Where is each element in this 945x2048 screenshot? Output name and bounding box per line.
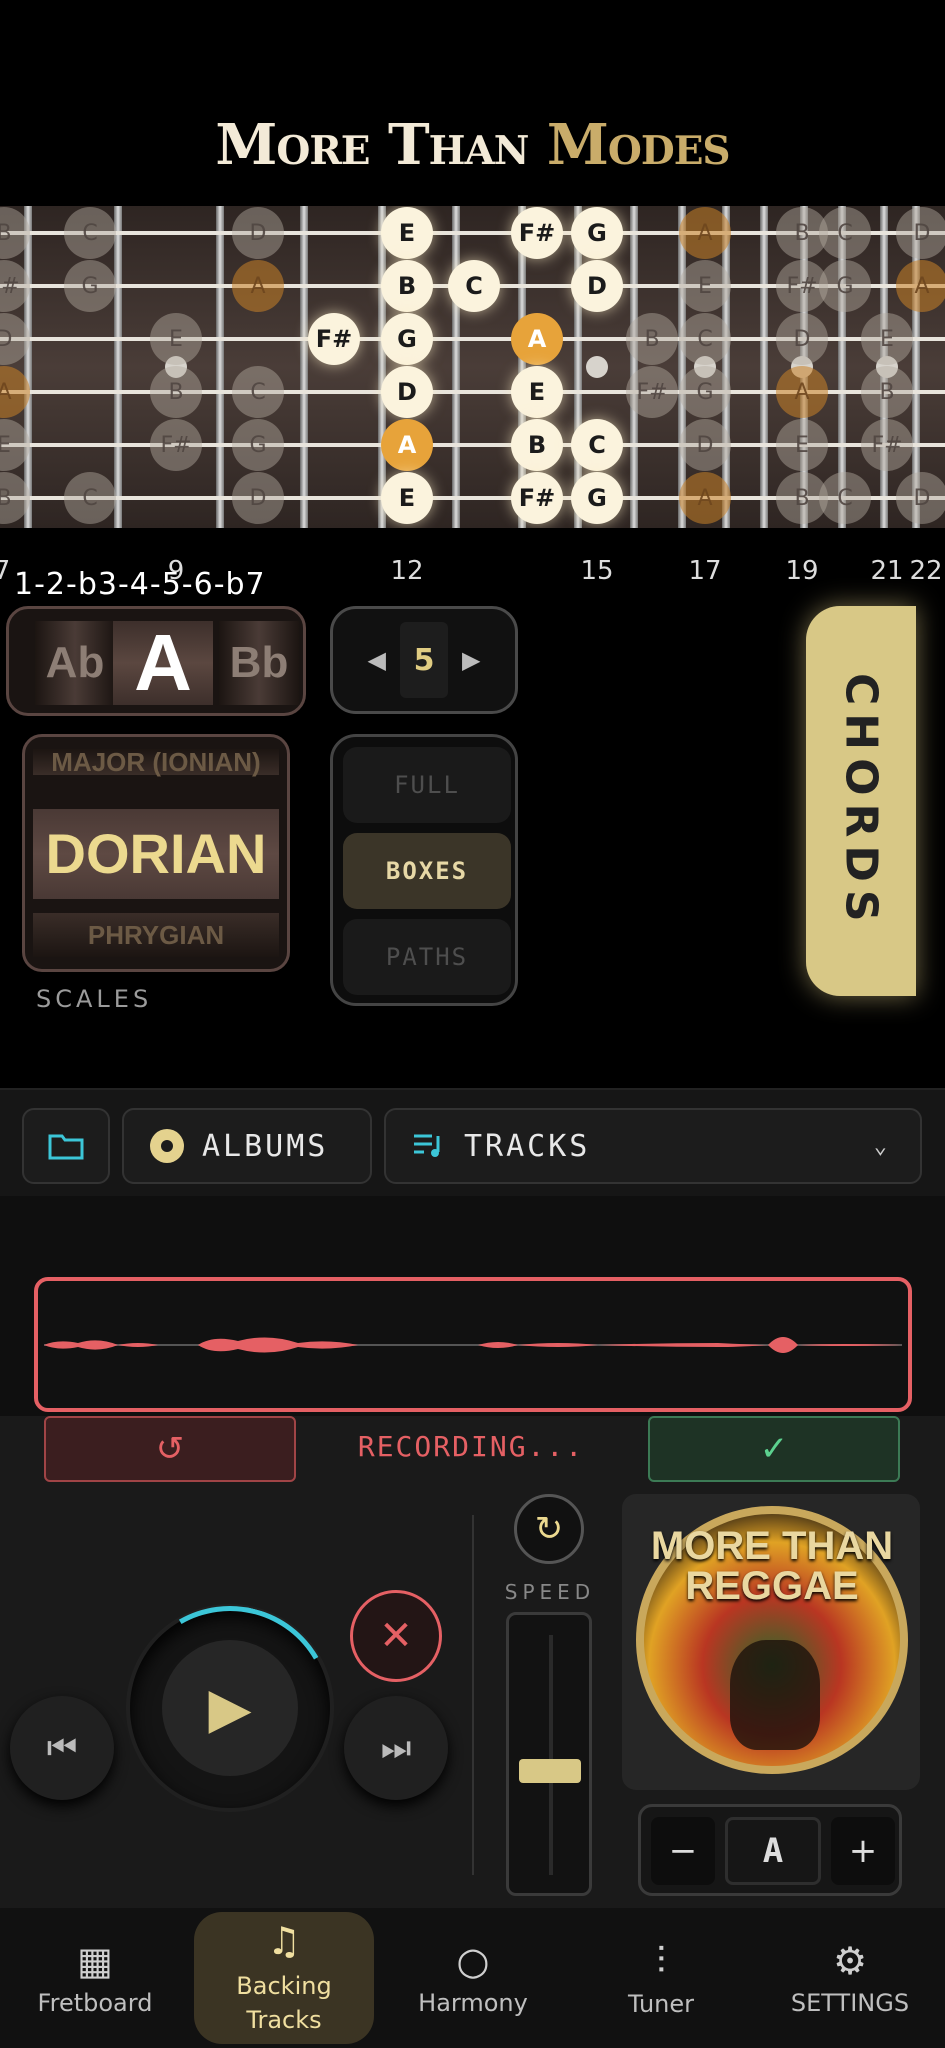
nav-backing-tracks[interactable]: ♫ Backing Tracks (194, 1912, 374, 2044)
skip-next-icon: ⏭ (380, 1728, 412, 1768)
fret-note[interactable]: G (381, 313, 433, 365)
key-next[interactable]: Bb (219, 621, 299, 705)
fret-note-root[interactable]: A (511, 313, 563, 365)
scale-selector[interactable]: MAJOR (IONIAN) DORIAN PHRYGIAN (22, 734, 290, 972)
nav-label: Tuner (627, 1989, 695, 2018)
play-button[interactable]: ▶ (162, 1640, 298, 1776)
fret-number: 7 (0, 556, 11, 586)
key-adjuster[interactable]: − A + (638, 1804, 902, 1896)
view-mode-selector[interactable]: FULL BOXES PATHS (330, 734, 518, 1006)
mode-boxes[interactable]: BOXES (343, 833, 511, 909)
recording-status: RECORDING... (357, 1430, 585, 1463)
mode-full[interactable]: FULL (343, 747, 511, 823)
position-stepper[interactable]: ◀ 5 ▶ (330, 606, 518, 714)
undo-icon: ↺ (155, 1429, 185, 1469)
speed-slider-handle[interactable] (519, 1759, 581, 1783)
scale-formula: 1-2-b3-4-5-6-b7 (14, 567, 266, 602)
scale-current[interactable]: DORIAN (33, 809, 279, 899)
key-selector[interactable]: Ab A Bb (6, 606, 306, 716)
music-library-icon: ♫ (266, 1919, 302, 1963)
nav-settings[interactable]: ⚙ SETTINGS (770, 1908, 930, 2048)
fret-note[interactable]: F# (308, 313, 360, 365)
close-icon: ✕ (379, 1613, 413, 1659)
nav-label: Fretboard (37, 1989, 153, 2017)
fret-note[interactable]: C (448, 260, 500, 312)
chords-label: CHORDS (835, 672, 887, 930)
fret-number: 17 (688, 556, 722, 586)
app-title-part2: Modes (546, 112, 731, 178)
mode-paths[interactable]: PATHS (343, 919, 511, 995)
waveform-icon: ⫶ (656, 1938, 666, 1983)
fret-note-root[interactable]: A (381, 419, 433, 471)
play-icon: ▶ (208, 1675, 252, 1741)
nav-label: SETTINGS (790, 1989, 910, 2017)
rerecord-button[interactable]: ↺ (44, 1416, 296, 1482)
key-value: A (725, 1817, 821, 1885)
position-next-icon[interactable]: ▶ (462, 646, 480, 674)
grid-icon: ▦ (77, 1939, 113, 1983)
scales-label: SCALES (36, 985, 153, 1013)
folder-button[interactable] (22, 1108, 110, 1184)
speed-reset-button[interactable]: ↻ (514, 1494, 584, 1564)
gear-icon: ⚙ (832, 1939, 868, 1983)
bottom-nav: ▦ Fretboard ♫ Backing Tracks ○ Harmony ⫶… (0, 1908, 945, 2048)
fret-number: 12 (390, 556, 424, 586)
fret-note[interactable]: E (511, 366, 563, 418)
album-title: MORE THAN REGGAE (650, 1524, 894, 1608)
fret-note[interactable]: F# (511, 472, 563, 524)
fretboard[interactable]: B C D A B C D F# G A E F# G A D E B C D … (0, 206, 945, 528)
key-current[interactable]: A (113, 618, 213, 707)
next-track-button[interactable]: ⏭ (344, 1696, 448, 1800)
fret-note[interactable]: C (571, 419, 623, 471)
waveform[interactable] (34, 1277, 912, 1412)
scale-above[interactable]: MAJOR (IONIAN) (33, 749, 279, 775)
scale-below[interactable]: PHRYGIAN (33, 913, 279, 957)
nav-tuner[interactable]: ⫶ Tuner (586, 1908, 736, 2048)
fret-note[interactable]: E (381, 472, 433, 524)
speed-label: SPEED (504, 1580, 596, 1604)
divider (472, 1515, 474, 1875)
fret-number: 15 (580, 556, 614, 586)
playlist-icon (414, 1134, 440, 1157)
fret-note[interactable]: E (381, 207, 433, 259)
app-title: More Than Modes (0, 112, 945, 178)
fret-note[interactable]: G (571, 207, 623, 259)
fret-note[interactable]: B (511, 419, 563, 471)
confirm-recording-button[interactable]: ✓ (648, 1416, 900, 1482)
position-value: 5 (400, 622, 448, 698)
fret-note[interactable]: F# (511, 207, 563, 259)
albums-label: ALBUMS (202, 1128, 329, 1164)
tracks-dropdown[interactable]: TRACKS ⌄ (384, 1108, 922, 1184)
key-minus-button[interactable]: − (651, 1817, 715, 1885)
position-prev-icon[interactable]: ◀ (368, 646, 386, 674)
folder-icon (48, 1134, 84, 1160)
fret-number: 19 (785, 556, 819, 586)
nav-harmony[interactable]: ○ Harmony (398, 1908, 548, 2048)
speed-slider[interactable] (506, 1612, 592, 1896)
chords-button[interactable]: CHORDS (806, 606, 916, 996)
fret-note[interactable]: D (571, 260, 623, 312)
cancel-button[interactable]: ✕ (350, 1590, 442, 1682)
skip-previous-icon: ⏮ (46, 1728, 78, 1768)
fret-note[interactable]: B (381, 260, 433, 312)
key-prev[interactable]: Ab (35, 621, 115, 705)
tracks-label: TRACKS (464, 1128, 591, 1164)
key-plus-button[interactable]: + (831, 1817, 895, 1885)
app-title-part1: More Than (215, 112, 529, 178)
refresh-icon: ↻ (534, 1509, 564, 1549)
previous-track-button[interactable]: ⏮ (10, 1696, 114, 1800)
check-icon: ✓ (759, 1429, 789, 1469)
nav-label: Harmony (418, 1989, 528, 2017)
circle-icon: ○ (456, 1939, 490, 1983)
disc-icon (150, 1129, 184, 1163)
track-toolbar: ALBUMS TRACKS ⌄ (0, 1088, 945, 1196)
albums-button[interactable]: ALBUMS (122, 1108, 372, 1184)
chevron-down-icon: ⌄ (873, 1133, 890, 1159)
nav-label: Backing Tracks (236, 1972, 332, 2034)
fret-note[interactable]: D (381, 366, 433, 418)
fret-number: 21 (870, 556, 904, 586)
fret-note[interactable]: G (571, 472, 623, 524)
fret-number: 22 (909, 556, 943, 586)
nav-fretboard[interactable]: ▦ Fretboard (20, 1908, 170, 2048)
